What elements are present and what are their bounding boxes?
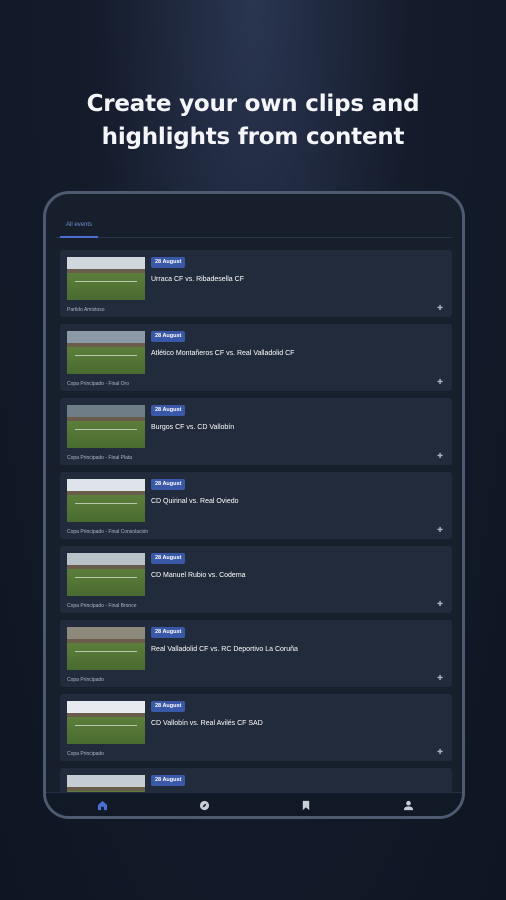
event-card[interactable]: 28 August CD Vallobín vs. Real Avilés CF …: [60, 694, 452, 761]
headline-line-1: Create your own clips and: [86, 91, 420, 117]
event-title: Urraca CF vs. Ribadesella CF: [151, 276, 244, 283]
event-thumbnail[interactable]: [67, 553, 145, 596]
event-competition: Partido Amistoso: [67, 307, 105, 313]
event-title: CD Quirinal vs. Real Oviedo: [151, 498, 239, 505]
event-title: CD Manuel Rubio vs. Codema: [151, 572, 246, 579]
explore-icon[interactable]: [196, 797, 212, 813]
date-badge: 28 August: [151, 257, 186, 268]
date-badge: 28 August: [151, 553, 186, 564]
event-thumbnail[interactable]: [67, 257, 145, 300]
event-competition: Copa Principado - Final Bronce: [67, 603, 137, 609]
event-list: 28 August Urraca CF vs. Ribadesella CF Par…: [60, 250, 452, 816]
add-clip-icon[interactable]: ✚: [436, 527, 444, 535]
event-card[interactable]: 28 August Urraca CF vs. Ribadesella CF Par…: [60, 250, 452, 317]
add-clip-icon[interactable]: ✚: [436, 453, 444, 461]
bookmark-icon[interactable]: [298, 797, 314, 813]
event-title: Real Valladolid CF vs. RC Deportivo La C…: [151, 646, 298, 653]
headline-line-2: highlights from content: [101, 124, 405, 150]
tab-bar: All events: [56, 218, 452, 238]
event-competition: Copa Principado: [67, 677, 104, 683]
add-clip-icon[interactable]: ✚: [436, 601, 444, 609]
event-title: CD Vallobín vs. Real Avilés CF SAD: [151, 720, 263, 727]
tablet-frame: All events 28 August Urraca CF vs. Ribade…: [43, 191, 465, 819]
event-thumbnail[interactable]: [67, 331, 145, 374]
date-badge: 28 August: [151, 331, 186, 342]
date-badge: 28 August: [151, 405, 186, 416]
headline: Create your own clips and highlights fro…: [0, 88, 506, 154]
add-clip-icon[interactable]: ✚: [436, 305, 444, 313]
event-card[interactable]: 28 August Real Valladolid CF vs. RC Depor…: [60, 620, 452, 687]
add-clip-icon[interactable]: ✚: [436, 749, 444, 757]
event-thumbnail[interactable]: [67, 701, 145, 744]
event-thumbnail[interactable]: [67, 627, 145, 670]
tab-all-events[interactable]: All events: [60, 222, 99, 238]
date-badge: 28 August: [151, 479, 186, 490]
event-title: Atlético Montañeros CF vs. Real Valladol…: [151, 350, 295, 357]
event-title: Burgos CF vs. CD Vallobín: [151, 424, 235, 431]
event-thumbnail[interactable]: [67, 405, 145, 448]
date-badge: 28 August: [151, 701, 186, 712]
event-card[interactable]: 28 August CD Manuel Rubio vs. Codema Copa …: [60, 546, 452, 613]
event-competition: Copa Principado - Final Plata: [67, 455, 133, 461]
profile-icon[interactable]: [400, 797, 416, 813]
home-icon[interactable]: [94, 797, 110, 813]
bottom-navigation: [46, 792, 462, 816]
add-clip-icon[interactable]: ✚: [436, 379, 444, 387]
date-badge: 28 August: [151, 627, 186, 638]
event-competition: Copa Principado - Final Oro: [67, 381, 129, 387]
date-badge: 28 August: [151, 775, 186, 786]
add-clip-icon[interactable]: ✚: [436, 675, 444, 683]
event-card[interactable]: 28 August Burgos CF vs. CD Vallobín Copa P…: [60, 398, 452, 465]
event-card[interactable]: 28 August Atlético Montañeros CF vs. Real…: [60, 324, 452, 391]
event-card[interactable]: 28 August CD Quirinal vs. Real Oviedo Copa…: [60, 472, 452, 539]
event-competition: Copa Principado - Final Consolación: [67, 529, 149, 535]
event-thumbnail[interactable]: [67, 479, 145, 522]
event-competition: Copa Principado: [67, 751, 104, 757]
